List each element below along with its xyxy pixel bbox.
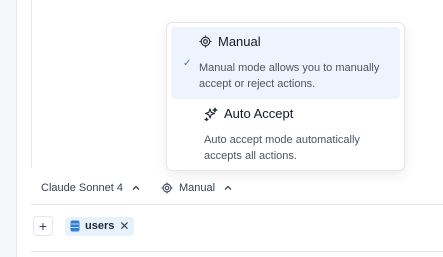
model-selector[interactable]: Claude Sonnet 4: [31, 176, 151, 200]
content-border: [31, 0, 32, 168]
chip-label: users: [85, 220, 115, 232]
mode-option-manual[interactable]: Manual ✓ Manual mode allows you to manua…: [171, 27, 400, 99]
divider: [31, 251, 443, 252]
mode-selector[interactable]: Manual: [155, 176, 239, 200]
add-context-button[interactable]: +: [33, 216, 53, 236]
sparkle-icon: [204, 106, 218, 121]
selector-bar: Claude Sonnet 4 Manual: [31, 176, 239, 200]
target-icon: [161, 182, 173, 194]
divider: [31, 204, 443, 205]
target-icon: [199, 35, 212, 48]
mode-label: Manual: [178, 182, 216, 194]
mode-option-auto-accept[interactable]: Auto Accept Auto accept mode automatical…: [171, 101, 400, 171]
chevron-up-icon: [131, 183, 141, 193]
mode-option-label: Manual: [218, 34, 261, 49]
model-label: Claude Sonnet 4: [41, 182, 123, 194]
context-row: + users ✕: [33, 216, 135, 236]
chat-panel: Manual ✓ Manual mode allows you to manua…: [0, 0, 443, 257]
mode-dropdown: Manual ✓ Manual mode allows you to manua…: [166, 22, 405, 171]
close-icon[interactable]: ✕: [119, 219, 129, 233]
mode-option-description: Manual mode allows you to manually accep…: [199, 62, 380, 90]
mode-option-header: Auto Accept: [204, 106, 293, 121]
mode-option-header: Manual: [199, 34, 261, 49]
left-rail: [0, 0, 17, 257]
mode-option-description: Auto accept mode automatically accepts a…: [204, 134, 360, 162]
checkmark-icon: ✓: [183, 58, 192, 69]
chevron-up-icon: [223, 183, 233, 193]
context-chip[interactable]: users ✕: [65, 216, 135, 236]
database-icon: [70, 220, 80, 232]
mode-option-label: Auto Accept: [224, 106, 294, 121]
